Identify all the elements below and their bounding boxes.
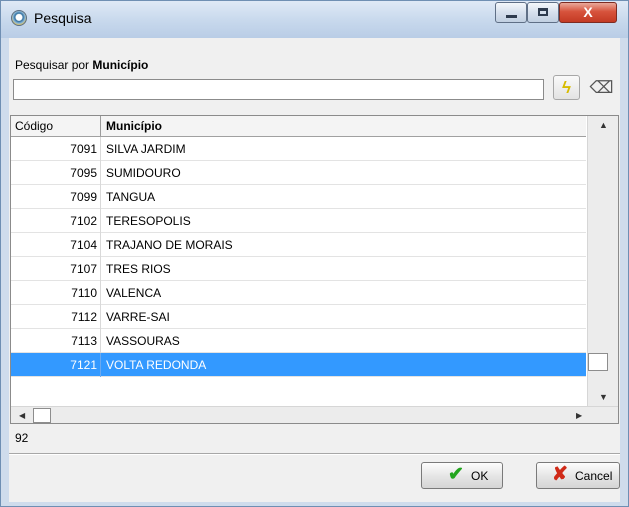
row-code: 7121 — [70, 358, 97, 372]
row-code: 7091 — [70, 142, 97, 156]
title-bar[interactable]: Pesquisa X — [1, 1, 628, 38]
ok-button[interactable]: ✔ OK — [421, 462, 503, 489]
minimize-button[interactable] — [495, 2, 527, 23]
row-code: 7112 — [71, 310, 97, 324]
row-code: 7113 — [71, 334, 97, 348]
table-row[interactable]: 7110 VALENCA — [11, 281, 586, 305]
row-municipio: TANGUA — [106, 190, 156, 204]
cell-divider — [100, 305, 101, 329]
table-row[interactable]: 7091 SILVA JARDIM — [11, 137, 586, 161]
scroll-down-icon[interactable]: ▼ — [588, 388, 618, 406]
column-header-municipio[interactable]: Município — [106, 119, 162, 133]
eraser-icon: ⌫ — [589, 78, 614, 97]
table-row[interactable]: 7102 TERESOPOLIS — [11, 209, 586, 233]
row-code: 7107 — [70, 262, 97, 276]
cell-divider — [100, 329, 101, 353]
column-header-codigo[interactable]: Código — [15, 119, 53, 133]
close-icon: X — [583, 4, 593, 20]
table-row[interactable]: 7095 SUMIDOURO — [11, 161, 586, 185]
cancel-button-label: Cancel — [575, 469, 613, 483]
column-divider[interactable] — [100, 116, 101, 136]
grid-rows: 7091 SILVA JARDIM 7095 SUMIDOURO 7099 TANGU… — [11, 137, 586, 377]
scroll-right-icon[interactable]: ▶ — [576, 407, 588, 423]
cell-divider — [100, 161, 101, 185]
table-row[interactable]: 7107 TRES RIOS — [11, 257, 586, 281]
table-row[interactable]: 7099 TANGUA — [11, 185, 586, 209]
row-municipio: TRES RIOS — [106, 262, 171, 276]
x-icon: ✘ — [552, 464, 568, 485]
cancel-button[interactable]: ✘ Cancel — [536, 462, 620, 489]
row-municipio: VOLTA REDONDA — [106, 358, 207, 372]
scroll-up-icon[interactable]: ▲ — [588, 116, 618, 134]
cell-divider — [100, 257, 101, 281]
results-grid[interactable]: Código Município 7091 SILVA JARDIM 7095 SU… — [10, 115, 619, 424]
maximize-button[interactable] — [527, 2, 559, 23]
row-code: 7104 — [70, 238, 97, 252]
row-municipio: VALENCA — [106, 286, 162, 300]
table-row[interactable]: 7112 VARRE-SAI — [11, 305, 586, 329]
minimize-icon — [506, 15, 517, 18]
lightning-icon: ϟ — [562, 78, 571, 97]
row-municipio: SILVA JARDIM — [106, 142, 186, 156]
cell-divider — [100, 233, 101, 257]
window-title: Pesquisa — [34, 10, 92, 26]
clear-search-button[interactable]: ⌫ — [588, 75, 615, 100]
horizontal-scroll-thumb[interactable] — [33, 408, 51, 423]
divider — [9, 453, 620, 455]
row-municipio: VARRE-SAI — [106, 310, 170, 324]
search-label-prefix: Pesquisar por — [15, 58, 90, 72]
cell-divider — [100, 137, 101, 161]
horizontal-scrollbar[interactable]: ◀ ▶ — [11, 406, 618, 423]
checkmark-icon: ✔ — [448, 464, 464, 485]
dialog-body: Pesquisar por Município ϟ ⌫ Código Munic… — [9, 38, 620, 502]
record-count: 92 — [15, 431, 29, 445]
row-municipio: SUMIDOURO — [106, 166, 181, 180]
cell-divider — [100, 185, 101, 209]
search-input[interactable] — [13, 79, 544, 100]
row-municipio: TRAJANO DE MORAIS — [106, 238, 233, 252]
table-row[interactable]: 7113 VASSOURAS — [11, 329, 586, 353]
table-row[interactable]: 7104 TRAJANO DE MORAIS — [11, 233, 586, 257]
row-municipio: TERESOPOLIS — [106, 214, 191, 228]
search-label-field: Município — [92, 58, 149, 72]
search-dialog: Pesquisa X Pesquisar por Município ϟ ⌫ C… — [0, 0, 629, 507]
grid-header: Código Município — [11, 116, 586, 137]
ok-button-label: OK — [471, 469, 489, 483]
row-code: 7110 — [71, 286, 97, 300]
execute-search-button[interactable]: ϟ — [553, 75, 580, 100]
scroll-left-icon[interactable]: ◀ — [19, 407, 31, 423]
vertical-scroll-thumb[interactable] — [588, 353, 608, 371]
cell-divider — [100, 209, 101, 233]
cell-divider — [100, 353, 101, 377]
cell-divider — [100, 281, 101, 305]
row-code: 7099 — [70, 190, 97, 204]
table-row[interactable]: 7121 VOLTA REDONDA — [11, 353, 586, 377]
row-municipio: VASSOURAS — [106, 334, 180, 348]
vertical-scrollbar[interactable]: ▲ ▼ — [587, 116, 618, 406]
app-icon — [11, 10, 27, 26]
row-code: 7102 — [70, 214, 97, 228]
close-button[interactable]: X — [559, 2, 617, 23]
search-label: Pesquisar por Município — [15, 58, 148, 72]
maximize-icon — [538, 8, 548, 16]
row-code: 7095 — [70, 166, 97, 180]
